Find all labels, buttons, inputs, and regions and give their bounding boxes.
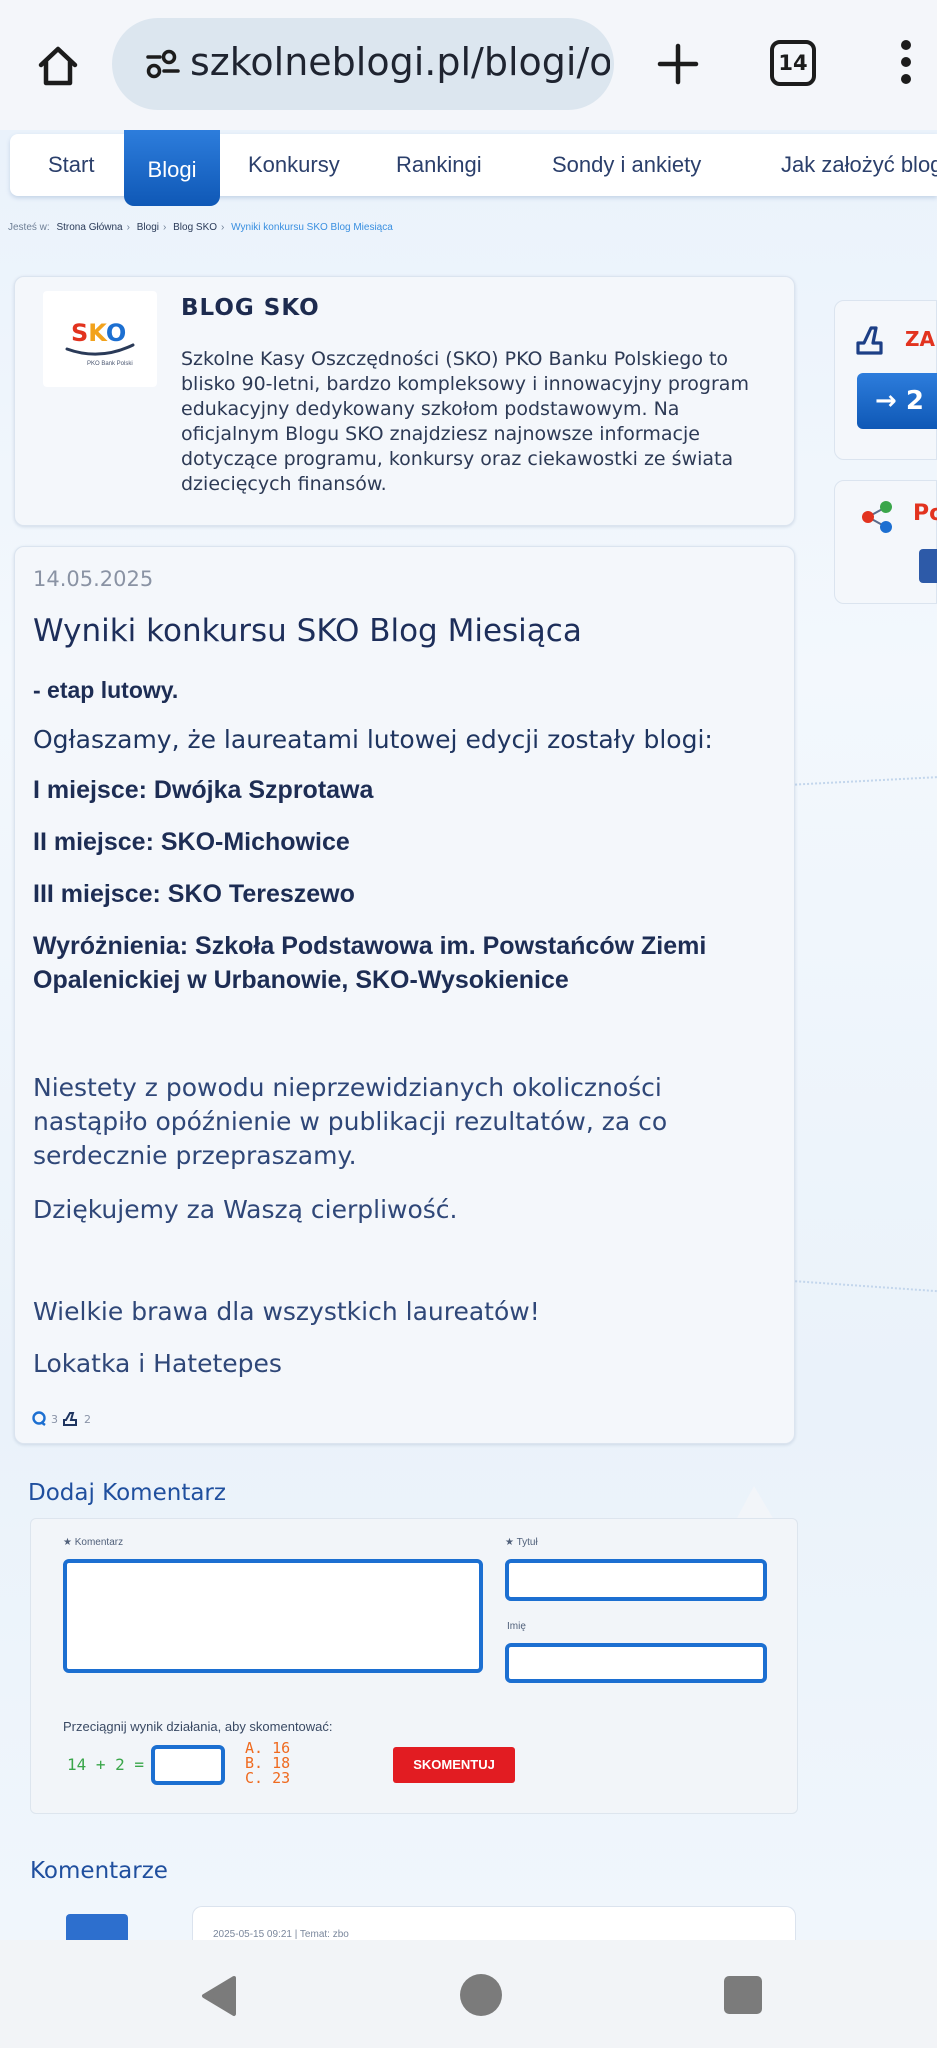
- post-stats: 3 2: [31, 1411, 91, 1427]
- like-widget: ZA → 2: [834, 300, 937, 460]
- browser-toolbar: szkolneblogi.pl/blogi/o- 14: [0, 0, 937, 130]
- share-widget: Po: [834, 480, 937, 604]
- system-navigation-bar: [0, 1940, 937, 2048]
- recent-apps-icon[interactable]: [724, 1976, 762, 2014]
- post-card: 14.05.2025 Wyniki konkursu SKO Blog Mies…: [14, 546, 795, 1444]
- nav-item-blogi[interactable]: Blogi: [124, 130, 220, 206]
- post-place-3: III miejsce: SKO Tereszewo: [33, 880, 355, 908]
- tab-switcher-button[interactable]: 14: [770, 40, 816, 86]
- post-thanks: Dziękujemy za Waszą cierpliwość.: [33, 1195, 458, 1224]
- post-subtitle: - etap lutowy.: [33, 677, 179, 703]
- thumbs-up-icon[interactable]: [62, 1411, 80, 1427]
- breadcrumb: Jesteś w: Strona Główna › Blogi › Blog SKO…: [8, 222, 393, 233]
- submit-comment-button[interactable]: SKOMENTUJ: [393, 1747, 515, 1783]
- post-congrats: Wielkie brawa dla wszystkich laureatów!: [33, 1297, 540, 1326]
- thumbs-up-icon: [856, 326, 883, 355]
- nav-item-konkursy[interactable]: Konkursy: [248, 134, 340, 196]
- comment-icon[interactable]: [31, 1411, 47, 1427]
- svg-text:SKO: SKO: [71, 319, 126, 347]
- nav-item-jak-zalozyc-blog[interactable]: Jak założyć blog: [781, 134, 937, 196]
- site-navigation: Start Blogi Konkursy Rankingi Sondy i an…: [10, 130, 937, 206]
- comment-count: 3: [51, 1412, 58, 1426]
- sko-logo[interactable]: SKO PKO Bank Polski: [43, 291, 157, 387]
- breadcrumb-prefix: Jesteś w:: [8, 222, 50, 233]
- add-comment-heading: Dodaj Komentarz: [28, 1480, 226, 1506]
- captcha-answer-c[interactable]: C. 23: [245, 1771, 290, 1786]
- logo-letter-s: S: [71, 319, 88, 347]
- new-tab-icon[interactable]: [650, 36, 706, 92]
- post-place-2: II miejsce: SKO-Michowice: [33, 828, 350, 856]
- speech-bubble-tail: [736, 1486, 774, 1520]
- logo-letter-o: O: [106, 319, 126, 347]
- nav-item-rankingi[interactable]: Rankingi: [396, 134, 482, 196]
- breadcrumb-home[interactable]: Strona Główna: [56, 222, 122, 233]
- blog-description: Szkolne Kasy Oszczędności (SKO) PKO Bank…: [181, 348, 749, 495]
- breadcrumb-blogi[interactable]: Blogi: [137, 222, 159, 233]
- comments-heading: Komentarze: [30, 1858, 168, 1884]
- home-circle-icon[interactable]: [460, 1974, 502, 2016]
- captcha-answers: A. 16 B. 18 C. 23: [245, 1741, 290, 1786]
- like-count: 2: [84, 1412, 91, 1426]
- like-widget-label: ZA: [905, 327, 935, 351]
- post-apology: Niestety z powodu nieprzewidzianych okol…: [33, 1073, 668, 1170]
- post-signature: Lokatka i Hatetepes: [33, 1349, 282, 1378]
- title-input[interactable]: [505, 1559, 767, 1601]
- post-place-1: I miejsce: Dwójka Szprotawa: [33, 776, 374, 804]
- address-bar[interactable]: szkolneblogi.pl/blogi/o-: [112, 18, 614, 110]
- share-widget-label: Po: [913, 501, 937, 526]
- post-title: Wyniki konkursu SKO Blog Miesiąca: [33, 613, 582, 649]
- captcha-instruction: Przeciągnij wynik działania, aby skoment…: [63, 1719, 333, 1734]
- title-field-label: ★ Tytuł: [505, 1537, 538, 1548]
- site-settings-icon[interactable]: [146, 48, 180, 80]
- avatar: [66, 1914, 128, 1940]
- overflow-menu-icon[interactable]: [896, 40, 916, 90]
- comment-item: 2025-05-15 09:21 | Temat: zbo: [192, 1906, 796, 1940]
- comment-form: ★ Komentarz ★ Tytuł Imię Przeciągnij wyn…: [30, 1518, 798, 1814]
- facebook-icon[interactable]: [919, 549, 937, 583]
- home-icon[interactable]: [28, 36, 88, 96]
- captcha-drop-target[interactable]: [151, 1745, 225, 1785]
- breadcrumb-blog-sko[interactable]: Blog SKO: [173, 222, 217, 233]
- nav-item-sondy[interactable]: Sondy i ankiety: [552, 134, 701, 196]
- share-icon[interactable]: [859, 499, 895, 535]
- breadcrumb-current: Wyniki konkursu SKO Blog Miesiąca: [231, 222, 393, 233]
- post-date: 14.05.2025: [33, 567, 154, 591]
- url-text[interactable]: szkolneblogi.pl/blogi/o-: [190, 40, 610, 84]
- name-field-label: Imię: [507, 1621, 526, 1632]
- post-intro: Ogłaszamy, że laureatami lutowej edycji …: [33, 725, 713, 754]
- comment-textarea[interactable]: [63, 1559, 483, 1673]
- post-honorable-mentions: Wyróżnienia: Szkoła Podstawowa im. Powst…: [33, 932, 707, 994]
- comment-field-label: ★ Komentarz: [63, 1537, 124, 1548]
- comment-meta: 2025-05-15 09:21 | Temat: zbo: [213, 1929, 349, 1940]
- blog-title: BLOG SKO: [181, 295, 320, 321]
- back-icon[interactable]: [198, 1974, 238, 2018]
- nav-item-start[interactable]: Start: [48, 134, 94, 196]
- logo-subtext: PKO Bank Polski: [87, 361, 133, 367]
- blog-info-card: SKO PKO Bank Polski BLOG SKO Szkolne Kas…: [14, 276, 795, 526]
- like-button[interactable]: → 2: [857, 373, 937, 429]
- captcha-equation: 14 + 2 =: [67, 1755, 145, 1774]
- name-input[interactable]: [505, 1643, 767, 1683]
